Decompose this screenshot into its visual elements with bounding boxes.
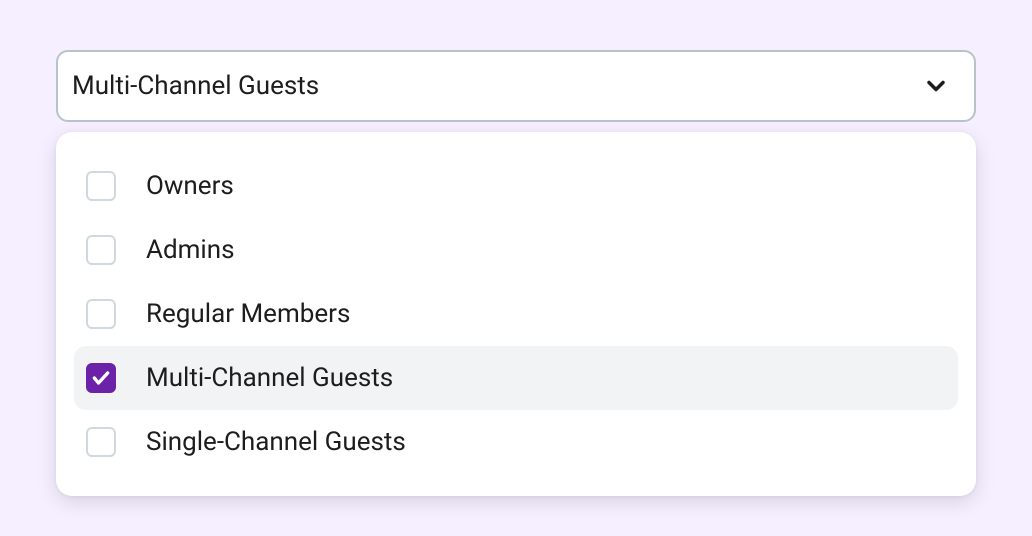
selected-value: Multi-Channel Guests (72, 71, 319, 101)
role-multiselect: Multi-Channel Guests Owners Admins Regul… (56, 50, 976, 122)
option-regular-members[interactable]: Regular Members (74, 282, 958, 346)
option-single-channel-guests[interactable]: Single-Channel Guests (74, 410, 958, 474)
select-trigger[interactable]: Multi-Channel Guests (56, 50, 976, 122)
option-label: Multi-Channel Guests (146, 363, 393, 393)
option-multi-channel-guests[interactable]: Multi-Channel Guests (74, 346, 958, 410)
check-icon (91, 368, 111, 388)
option-owners[interactable]: Owners (74, 154, 958, 218)
option-label: Admins (146, 235, 235, 265)
chevron-down-icon (922, 72, 950, 100)
option-label: Single-Channel Guests (146, 427, 406, 457)
checkbox-single-channel-guests[interactable] (86, 427, 116, 457)
checkbox-regular-members[interactable] (86, 299, 116, 329)
checkbox-owners[interactable] (86, 171, 116, 201)
checkbox-multi-channel-guests[interactable] (86, 363, 116, 393)
option-admins[interactable]: Admins (74, 218, 958, 282)
dropdown-panel: Owners Admins Regular Members Multi-Chan… (56, 132, 976, 496)
option-label: Owners (146, 171, 234, 201)
option-label: Regular Members (146, 299, 350, 329)
checkbox-admins[interactable] (86, 235, 116, 265)
